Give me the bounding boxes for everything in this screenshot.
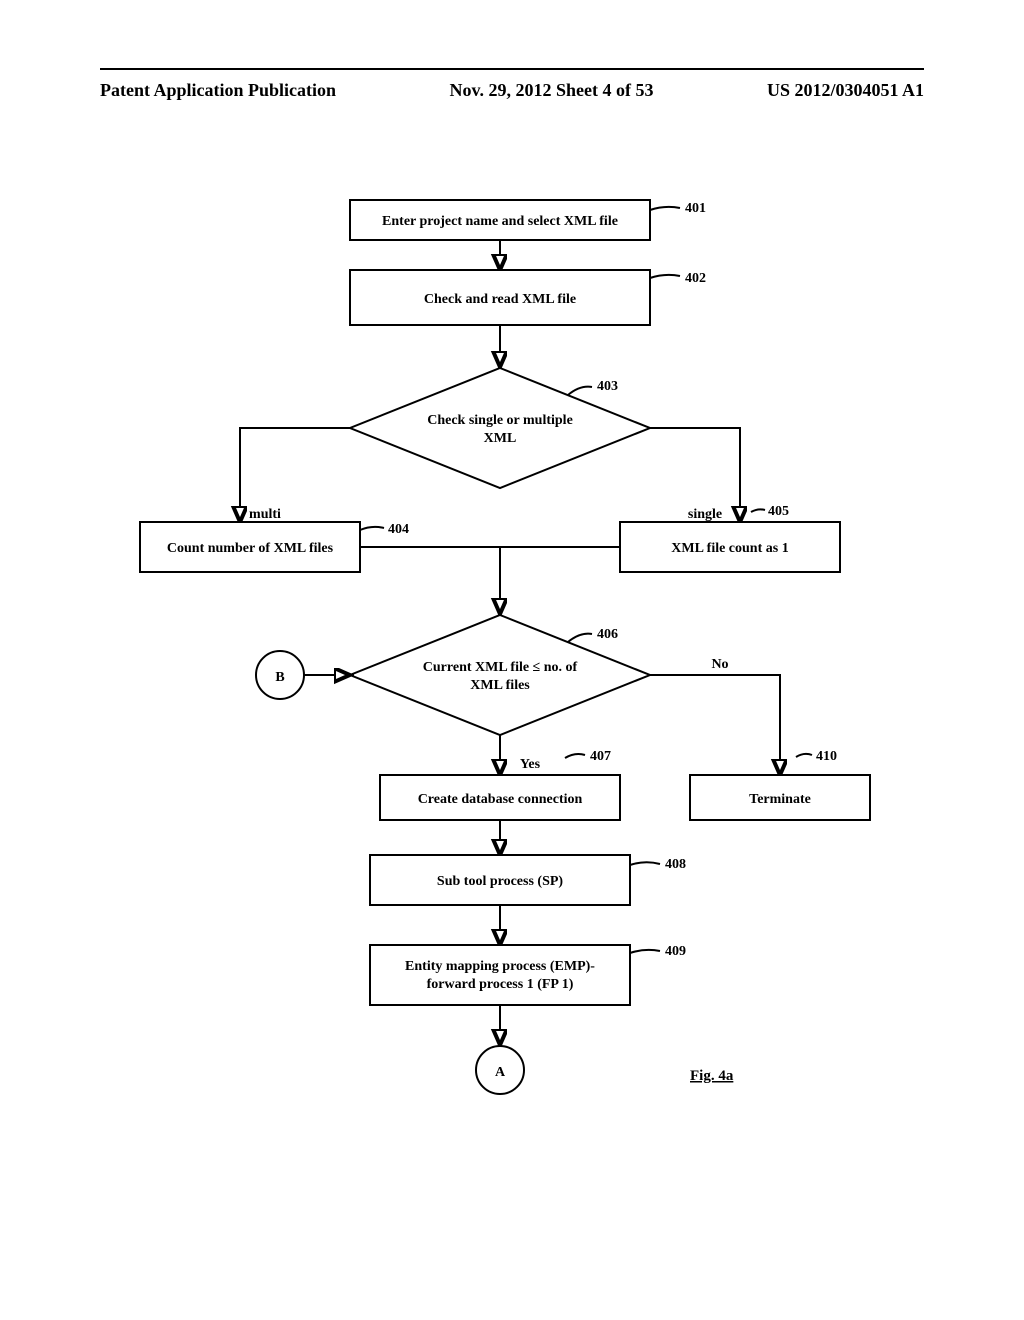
header-rule <box>100 68 924 70</box>
node-409-line2: forward process 1 (FP 1) <box>427 977 574 992</box>
branch-multi: multi <box>249 507 281 522</box>
header-left: Patent Application Publication <box>100 80 336 101</box>
leader-410 <box>796 754 812 757</box>
branch-single: single <box>688 507 722 522</box>
header-center: Nov. 29, 2012 Sheet 4 of 53 <box>450 80 654 101</box>
label-402: 402 <box>685 271 706 286</box>
label-403: 403 <box>597 379 618 394</box>
node-408-text: Sub tool process (SP) <box>437 874 563 889</box>
node-404-text: Count number of XML files <box>167 541 334 556</box>
header-right: US 2012/0304051 A1 <box>767 80 924 101</box>
node-410-text: Terminate <box>749 792 811 807</box>
flowchart: Enter project name and select XML file 4… <box>120 190 900 1130</box>
label-404: 404 <box>388 522 409 537</box>
connector-a-text: A <box>495 1065 506 1080</box>
leader-409 <box>630 950 660 953</box>
label-410: 410 <box>816 749 837 764</box>
figure-caption: Fig. 4a <box>690 1068 734 1084</box>
leader-408 <box>630 862 660 865</box>
node-405-text: XML file count as 1 <box>671 541 788 556</box>
node-406-line2: XML files <box>470 678 530 693</box>
node-409-line1: Entity mapping process (EMP)- <box>405 959 595 974</box>
edge-406-410 <box>650 675 780 773</box>
label-408: 408 <box>665 857 686 872</box>
node-407-text: Create database connection <box>418 792 583 807</box>
branch-yes: Yes <box>520 757 541 772</box>
leader-401 <box>650 207 680 210</box>
label-406: 406 <box>597 627 618 642</box>
page-header: Patent Application Publication Nov. 29, … <box>100 80 924 101</box>
label-407: 407 <box>590 749 611 764</box>
label-401: 401 <box>685 201 706 216</box>
leader-403 <box>568 387 592 395</box>
node-403-line1: Check single or multiple <box>427 413 573 428</box>
label-409: 409 <box>665 944 686 959</box>
node-406-line1: Current XML file ≤ no. of <box>423 660 578 675</box>
leader-407 <box>565 754 585 758</box>
label-405: 405 <box>768 504 789 519</box>
leader-402 <box>650 275 680 278</box>
leader-405 <box>751 509 765 512</box>
node-401-text: Enter project name and select XML file <box>382 214 618 229</box>
node-409 <box>370 945 630 1005</box>
branch-no: No <box>711 657 728 672</box>
leader-406 <box>568 634 592 642</box>
leader-404 <box>360 527 384 530</box>
node-403-line2: XML <box>484 431 517 446</box>
connector-b-text: B <box>275 670 284 685</box>
node-402-text: Check and read XML file <box>424 292 576 307</box>
